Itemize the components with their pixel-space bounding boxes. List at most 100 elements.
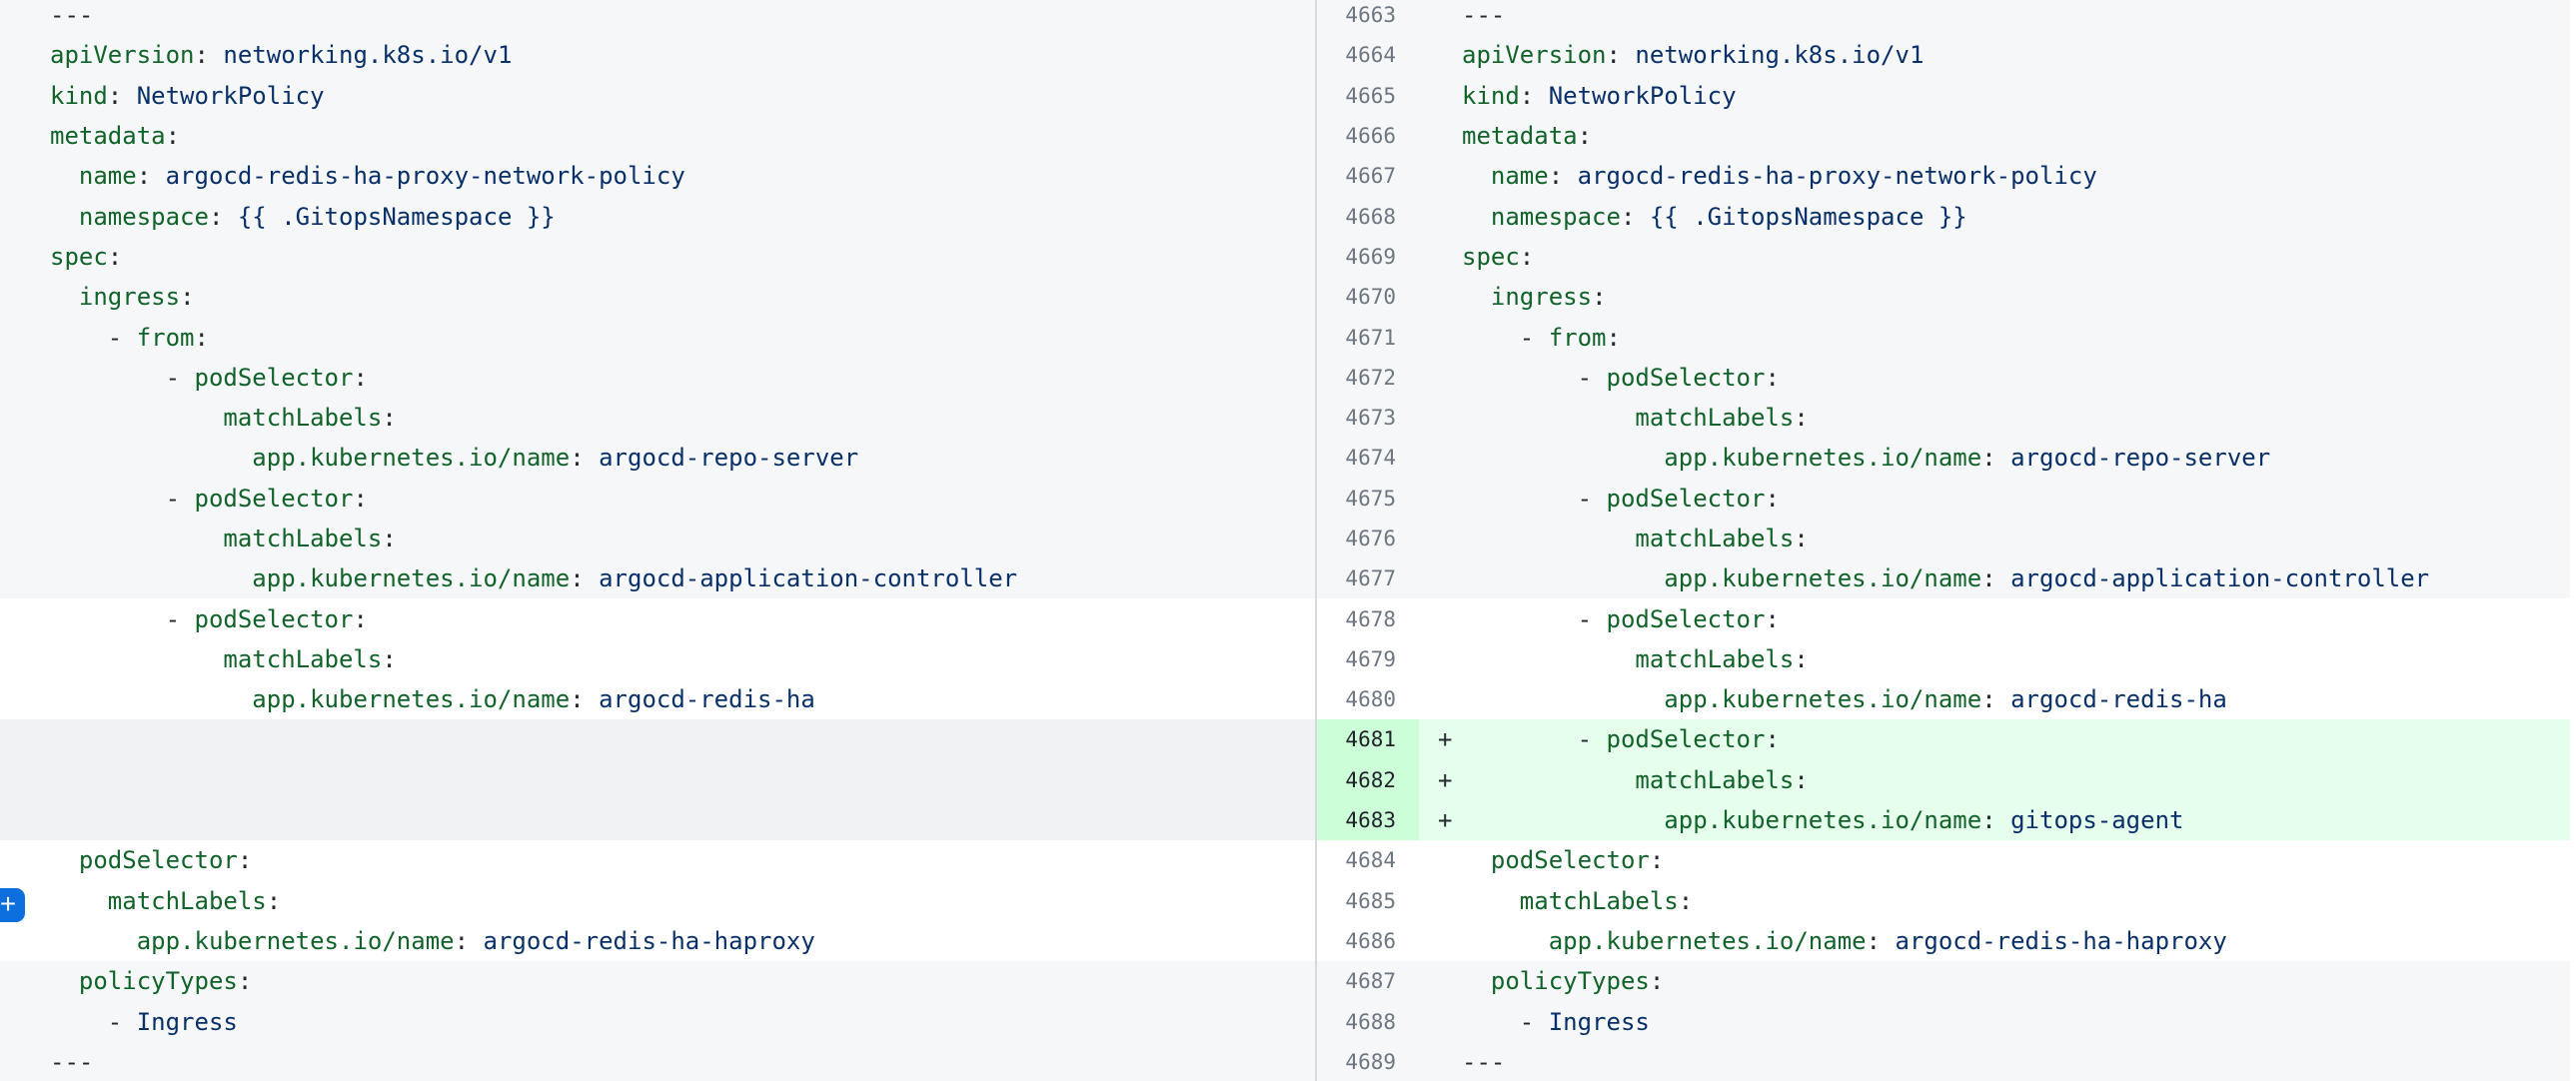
code-line: - podSelector:: [1419, 479, 2570, 519]
add-comment-button[interactable]: +: [0, 888, 25, 922]
code-line: matchLabels:: [0, 881, 1315, 921]
diff-row-new: 4669spec:: [1317, 237, 2570, 277]
code-line: matchLabels:: [1419, 881, 2570, 921]
code-line: ---: [0, 1042, 1315, 1081]
diff-row-old: podSelector:: [0, 840, 1315, 880]
line-number[interactable]: 4676: [1317, 519, 1419, 558]
line-number[interactable]: 4686: [1317, 921, 1419, 961]
added-line-marker: +: [1438, 806, 1452, 834]
diff-row-old: matchLabels:: [0, 519, 1315, 558]
code-line: - Ingress: [1419, 1001, 2570, 1041]
line-number[interactable]: 4670: [1317, 277, 1419, 317]
diff-row-old: metadata:: [0, 116, 1315, 156]
code-line: - podSelector:: [1419, 598, 2570, 638]
line-number[interactable]: 4665: [1317, 76, 1419, 116]
code-line: namespace: {{ .GitopsNamespace }}: [0, 196, 1315, 236]
code-line: namespace: {{ .GitopsNamespace }}: [1419, 196, 2570, 236]
code-line: spec:: [1419, 237, 2570, 277]
line-number[interactable]: 4689: [1317, 1042, 1419, 1081]
line-number[interactable]: 4669: [1317, 237, 1419, 277]
line-number[interactable]: 4675: [1317, 479, 1419, 519]
code-line: app.kubernetes.io/name: argocd-redis-ha: [0, 679, 1315, 719]
diff-row-new: 4674 app.kubernetes.io/name: argocd-repo…: [1317, 438, 2570, 478]
code-line: matchLabels:: [0, 398, 1315, 438]
line-number[interactable]: 4685: [1317, 881, 1419, 921]
line-number[interactable]: 4688: [1317, 1001, 1419, 1041]
line-number[interactable]: 4677: [1317, 558, 1419, 598]
diff-row-old: spec:: [0, 237, 1315, 277]
code-line: app.kubernetes.io/name: argocd-applicati…: [1419, 558, 2570, 598]
diff-row-old: name: argocd-redis-ha-proxy-network-poli…: [0, 156, 1315, 196]
diff-row-new: 4673 matchLabels:: [1317, 398, 2570, 438]
diff-row-new: 4664apiVersion: networking.k8s.io/v1: [1317, 35, 2570, 75]
diff-row-old: matchLabels:: [0, 881, 1315, 921]
line-number[interactable]: 4663: [1317, 0, 1419, 35]
diff-row-new: 4683+ app.kubernetes.io/name: gitops-age…: [1317, 800, 2570, 840]
code-line: podSelector:: [0, 840, 1315, 880]
old-code-rows: ---apiVersion: networking.k8s.io/v1kind:…: [0, 0, 1315, 1081]
new-code-rows: 4663---4664apiVersion: networking.k8s.io…: [1317, 0, 2570, 1081]
code-line: matchLabels:: [1419, 398, 2570, 438]
line-number[interactable]: 4667: [1317, 156, 1419, 196]
code-line: app.kubernetes.io/name: argocd-redis-ha-…: [0, 921, 1315, 961]
diff-row-old: - Ingress: [0, 1001, 1315, 1041]
code-line: spec:: [0, 237, 1315, 277]
code-line: apiVersion: networking.k8s.io/v1: [0, 35, 1315, 75]
diff-row-new: 4665kind: NetworkPolicy: [1317, 76, 2570, 116]
code-line: ---: [1419, 1042, 2570, 1081]
line-number[interactable]: 4666: [1317, 116, 1419, 156]
line-number[interactable]: 4668: [1317, 196, 1419, 236]
diff-row-new: 4682+ matchLabels:: [1317, 760, 2570, 800]
line-number[interactable]: 4682: [1317, 760, 1419, 800]
code-line: name: argocd-redis-ha-proxy-network-poli…: [1419, 156, 2570, 196]
code-line: - podSelector:: [0, 479, 1315, 519]
diff-pane-new: 4663---4664apiVersion: networking.k8s.io…: [1317, 0, 2570, 1081]
diff-row-new: 4681+ - podSelector:: [1317, 719, 2570, 759]
line-number[interactable]: 4684: [1317, 840, 1419, 880]
line-number[interactable]: 4679: [1317, 639, 1419, 679]
line-number[interactable]: 4683: [1317, 800, 1419, 840]
diff-row-old: app.kubernetes.io/name: argocd-applicati…: [0, 558, 1315, 598]
line-number[interactable]: 4674: [1317, 438, 1419, 478]
line-number[interactable]: 4672: [1317, 358, 1419, 398]
diff-row-new: 4687 policyTypes:: [1317, 961, 2570, 1001]
diff-row-old: matchLabels:: [0, 639, 1315, 679]
diff-row-new: 4678 - podSelector:: [1317, 598, 2570, 638]
added-line-marker: +: [1438, 766, 1452, 794]
code-line: matchLabels:: [0, 639, 1315, 679]
diff-row-new: 4668 namespace: {{ .GitopsNamespace }}: [1317, 196, 2570, 236]
line-number[interactable]: 4664: [1317, 35, 1419, 75]
line-number[interactable]: 4680: [1317, 679, 1419, 719]
diff-row-new: 4677 app.kubernetes.io/name: argocd-appl…: [1317, 558, 2570, 598]
code-line-empty: [0, 800, 1315, 840]
code-line: - podSelector:: [1419, 358, 2570, 398]
diff-row-old: - podSelector:: [0, 598, 1315, 638]
code-line: kind: NetworkPolicy: [1419, 76, 2570, 116]
line-number[interactable]: 4687: [1317, 961, 1419, 1001]
code-line: matchLabels:: [0, 519, 1315, 558]
code-line: - podSelector:: [0, 358, 1315, 398]
diff-row-new: 4688 - Ingress: [1317, 1001, 2570, 1041]
line-number[interactable]: 4673: [1317, 398, 1419, 438]
diff-row-old: kind: NetworkPolicy: [0, 76, 1315, 116]
line-number[interactable]: 4681: [1317, 719, 1419, 759]
code-line: name: argocd-redis-ha-proxy-network-poli…: [0, 156, 1315, 196]
code-line: app.kubernetes.io/name: argocd-repo-serv…: [0, 438, 1315, 478]
code-line: metadata:: [1419, 116, 2570, 156]
added-line-marker: +: [1438, 725, 1452, 753]
diff-row-new: 4663---: [1317, 0, 2570, 35]
code-line: metadata:: [0, 116, 1315, 156]
diff-row-old: [0, 800, 1315, 840]
diff-row-new: 4679 matchLabels:: [1317, 639, 2570, 679]
code-line: policyTypes:: [0, 961, 1315, 1001]
code-line: matchLabels:: [1419, 639, 2570, 679]
code-line-added: + matchLabels:: [1419, 760, 2570, 800]
diff-row-old: [0, 719, 1315, 759]
code-line: ---: [0, 0, 1315, 35]
diff-row-new: 4686 app.kubernetes.io/name: argocd-redi…: [1317, 921, 2570, 961]
line-number[interactable]: 4678: [1317, 598, 1419, 638]
diff-row-old: app.kubernetes.io/name: argocd-redis-ha-…: [0, 921, 1315, 961]
diff-row-new: 4671 - from:: [1317, 317, 2570, 357]
diff-row-old: - from:: [0, 317, 1315, 357]
line-number[interactable]: 4671: [1317, 317, 1419, 357]
